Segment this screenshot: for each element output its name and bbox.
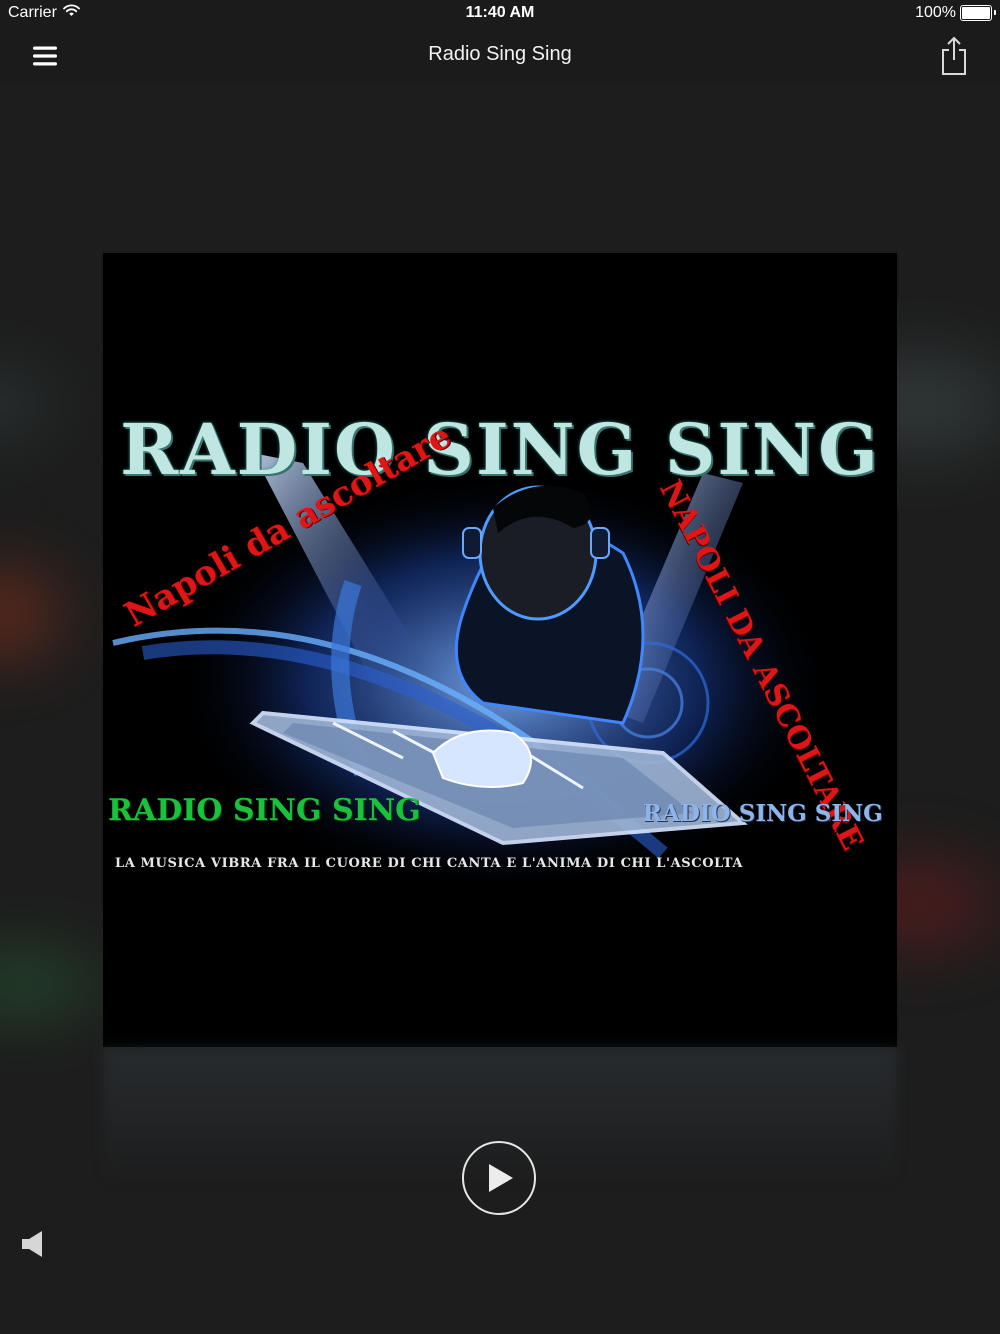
play-button[interactable] [462,1141,536,1215]
share-button[interactable] [936,34,972,78]
artwork-blue-label: RADIO SING SING [643,800,883,827]
speaker-icon [22,1231,42,1257]
volume-button[interactable] [18,1229,48,1259]
battery-fill [962,7,990,19]
artwork-graphic [112,453,833,893]
battery-icon [960,5,996,21]
status-bar: Carrier 11:40 AM 100% [0,0,1000,28]
battery-percent: 100% [915,4,956,21]
navigation-bar: Radio Sing Sing [0,28,1000,84]
station-artwork: RADIO SING SING Napoli da ascoltare NAPO… [103,253,897,1047]
artwork-main-title: RADIO SING SING [120,408,880,491]
share-icon [942,36,966,75]
status-time: 11:40 AM [465,4,535,21]
artwork-tagline: LA MUSICA VIBRA FRA IL CUORE DI CHI CANT… [115,856,744,871]
player-stage: RADIO SING SING Napoli da ascoltare NAPO… [0,84,1000,1334]
artwork-green-label: RADIO SING SING [108,793,421,828]
status-right: 100% [915,4,996,22]
page-title: Radio Sing Sing [428,43,572,65]
play-icon [489,1164,513,1192]
